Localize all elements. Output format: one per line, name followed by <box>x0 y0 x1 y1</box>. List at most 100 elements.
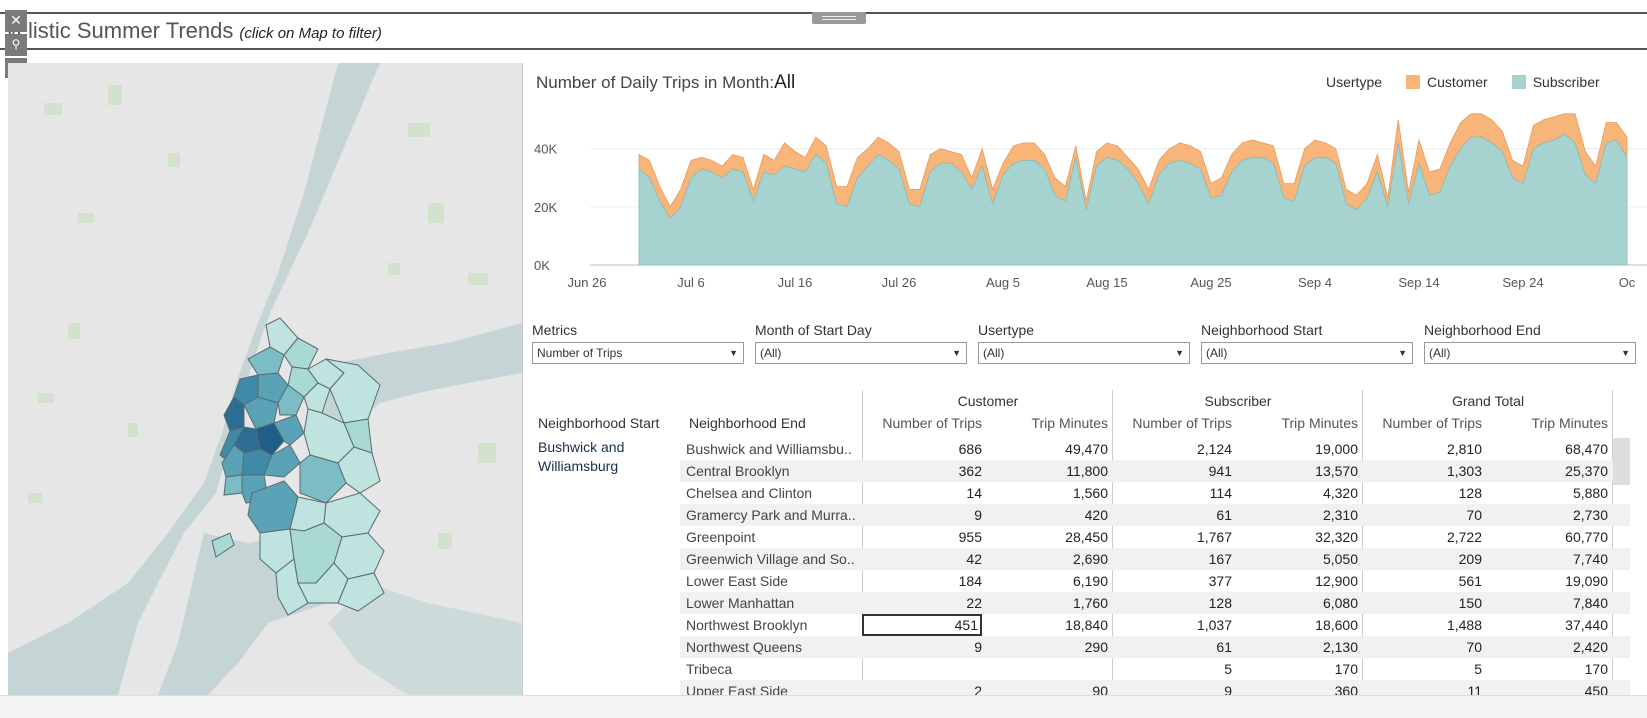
legend-label-customer[interactable]: Customer <box>1427 74 1488 90</box>
cell-s-trips[interactable]: 61 <box>1112 636 1232 658</box>
cell-s-min[interactable]: 18,600 <box>1232 614 1358 636</box>
cell-g-trips[interactable]: 1,303 <box>1362 460 1482 482</box>
daily-trips-svg[interactable]: 0K 20K 40K Jun 26 Jul 6 Jul 16 Jul 26 Aug 5 Aug … <box>530 100 1647 310</box>
cell-g-trips[interactable]: 70 <box>1362 504 1482 526</box>
cell-s-min[interactable]: 170 <box>1232 658 1358 680</box>
cell-c-trips[interactable]: 184 <box>862 570 982 592</box>
legend-label-subscriber[interactable]: Subscriber <box>1533 74 1600 90</box>
cell-s-min[interactable]: 4,320 <box>1232 482 1358 504</box>
cell-s-trips[interactable]: 1,767 <box>1112 526 1232 548</box>
cell-s-trips[interactable]: 128 <box>1112 592 1232 614</box>
cell-g-trips[interactable]: 209 <box>1362 548 1482 570</box>
cell-c-trips[interactable]: 451 <box>862 614 982 636</box>
cell-g-trips[interactable]: 1,488 <box>1362 614 1482 636</box>
legend-swatch-subscriber[interactable] <box>1511 75 1526 89</box>
neighborhood-end-cell[interactable]: Bushwick and Williamsbu.. <box>686 438 856 460</box>
table-row[interactable]: Tribeca 5 170 5 170 <box>680 658 1630 680</box>
chevron-down-icon[interactable]: ▼ <box>1175 343 1184 363</box>
cell-s-trips[interactable]: 9 <box>1112 680 1232 695</box>
neighborhood-end-cell[interactable]: Greenwich Village and So.. <box>686 548 856 570</box>
cell-c-min[interactable]: 18,840 <box>982 614 1108 636</box>
cell-g-trips[interactable]: 70 <box>1362 636 1482 658</box>
table-row[interactable]: Chelsea and Clinton 14 1,560 114 4,320 128 5,8… <box>680 482 1630 504</box>
neighborhood-end-cell[interactable]: Greenpoint <box>686 526 856 548</box>
neighborhood-start-dropdown[interactable]: (All) ▼ <box>1201 342 1413 364</box>
cell-s-trips[interactable]: 167 <box>1112 548 1232 570</box>
table-row[interactable]: Gramercy Park and Murra.. 9 420 61 2,310 70 2,… <box>680 504 1630 526</box>
neighborhood-end-cell[interactable]: Gramercy Park and Murra.. <box>686 504 856 526</box>
cell-g-min[interactable]: 7,740 <box>1482 548 1608 570</box>
close-icon[interactable]: ✕ <box>5 10 27 32</box>
cell-s-min[interactable]: 19,000 <box>1232 438 1358 460</box>
cell-g-min[interactable]: 25,370 <box>1482 460 1608 482</box>
cell-s-min[interactable]: 12,900 <box>1232 570 1358 592</box>
legend-swatch-customer[interactable] <box>1406 75 1421 89</box>
neighborhood-end-cell[interactable]: Chelsea and Clinton <box>686 482 856 504</box>
cell-s-min[interactable]: 13,570 <box>1232 460 1358 482</box>
cell-c-min[interactable]: 28,450 <box>982 526 1108 548</box>
cell-s-trips[interactable]: 377 <box>1112 570 1232 592</box>
cell-c-min[interactable]: 1,760 <box>982 592 1108 614</box>
cell-c-min[interactable]: 290 <box>982 636 1108 658</box>
cell-c-min[interactable]: 11,800 <box>982 460 1108 482</box>
cell-g-trips[interactable]: 5 <box>1362 658 1482 680</box>
cell-g-min[interactable]: 19,090 <box>1482 570 1608 592</box>
cell-c-min[interactable]: 90 <box>982 680 1108 695</box>
neighborhood-end-cell[interactable]: Tribeca <box>686 658 856 680</box>
neighborhood-end-cell[interactable]: Central Brooklyn <box>686 460 856 482</box>
chevron-down-icon[interactable]: ▼ <box>952 343 961 363</box>
cell-g-trips[interactable]: 561 <box>1362 570 1482 592</box>
cell-c-trips[interactable]: 955 <box>862 526 982 548</box>
cell-c-trips[interactable]: 22 <box>862 592 982 614</box>
month-dropdown[interactable]: (All) ▼ <box>755 342 967 364</box>
cell-s-min[interactable]: 2,310 <box>1232 504 1358 526</box>
cell-g-trips[interactable]: 150 <box>1362 592 1482 614</box>
cell-s-min[interactable]: 6,080 <box>1232 592 1358 614</box>
cell-c-min[interactable]: 49,470 <box>982 438 1108 460</box>
cell-g-min[interactable]: 450 <box>1482 680 1608 695</box>
cell-c-trips[interactable]: 14 <box>862 482 982 504</box>
cell-s-trips[interactable]: 1,037 <box>1112 614 1232 636</box>
neighborhood-map[interactable] <box>8 63 523 695</box>
neighborhood-end-cell[interactable]: Northwest Queens <box>686 636 856 658</box>
cell-c-trips[interactable]: 42 <box>862 548 982 570</box>
cell-g-trips[interactable]: 2,810 <box>1362 438 1482 460</box>
cell-c-min[interactable]: 2,690 <box>982 548 1108 570</box>
cell-g-min[interactable]: 5,880 <box>1482 482 1608 504</box>
cell-g-min[interactable]: 37,440 <box>1482 614 1608 636</box>
cell-s-min[interactable]: 360 <box>1232 680 1358 695</box>
cell-s-min[interactable]: 32,320 <box>1232 526 1358 548</box>
pin-icon[interactable]: ⚲ <box>5 34 27 56</box>
cell-c-trips[interactable]: 362 <box>862 460 982 482</box>
neighborhood-end-cell[interactable]: Lower Manhattan <box>686 592 856 614</box>
chevron-down-icon[interactable]: ▼ <box>1621 343 1630 363</box>
cell-g-trips[interactable]: 11 <box>1362 680 1482 695</box>
map-canvas[interactable] <box>8 63 522 695</box>
cell-c-trips[interactable]: 686 <box>862 438 982 460</box>
cell-g-trips[interactable]: 128 <box>1362 482 1482 504</box>
daily-trips-chart[interactable]: 0K 20K 40K Jun 26 Jul 6 Jul 16 Jul 26 Aug 5 Aug … <box>530 100 1647 310</box>
cell-c-min[interactable]: 420 <box>982 504 1108 526</box>
cell-g-min[interactable]: 2,420 <box>1482 636 1608 658</box>
cell-g-min[interactable]: 7,840 <box>1482 592 1608 614</box>
cell-s-trips[interactable]: 5 <box>1112 658 1232 680</box>
table-scrollbar[interactable] <box>1613 438 1630 485</box>
cell-g-min[interactable]: 68,470 <box>1482 438 1608 460</box>
cell-s-min[interactable]: 5,050 <box>1232 548 1358 570</box>
drag-handle[interactable] <box>812 12 866 24</box>
neighborhood-end-cell[interactable]: Lower East Side <box>686 570 856 592</box>
cell-c-min[interactable]: 6,190 <box>982 570 1108 592</box>
cell-s-min[interactable]: 2,130 <box>1232 636 1358 658</box>
cell-s-trips[interactable]: 2,124 <box>1112 438 1232 460</box>
row-header-neighborhood-start[interactable]: Neighborhood Start <box>538 412 659 434</box>
cell-c-trips[interactable]: 9 <box>862 636 982 658</box>
cell-g-min[interactable]: 60,770 <box>1482 526 1608 548</box>
metrics-dropdown[interactable]: Number of Trips ▼ <box>532 342 744 364</box>
neighborhood-end-cell[interactable]: Upper East Side <box>686 680 856 695</box>
cell-s-trips[interactable]: 61 <box>1112 504 1232 526</box>
neighborhood-start-cell[interactable]: Bushwick and Williamsburg <box>538 438 678 476</box>
table-row[interactable]: Northwest Queens 9 290 61 2,130 70 2,420 <box>680 636 1630 658</box>
cell-c-trips[interactable]: 9 <box>862 504 982 526</box>
table-row[interactable]: Lower Manhattan 22 1,760 128 6,080 150 7,840 <box>680 592 1630 614</box>
cell-s-trips[interactable]: 941 <box>1112 460 1232 482</box>
